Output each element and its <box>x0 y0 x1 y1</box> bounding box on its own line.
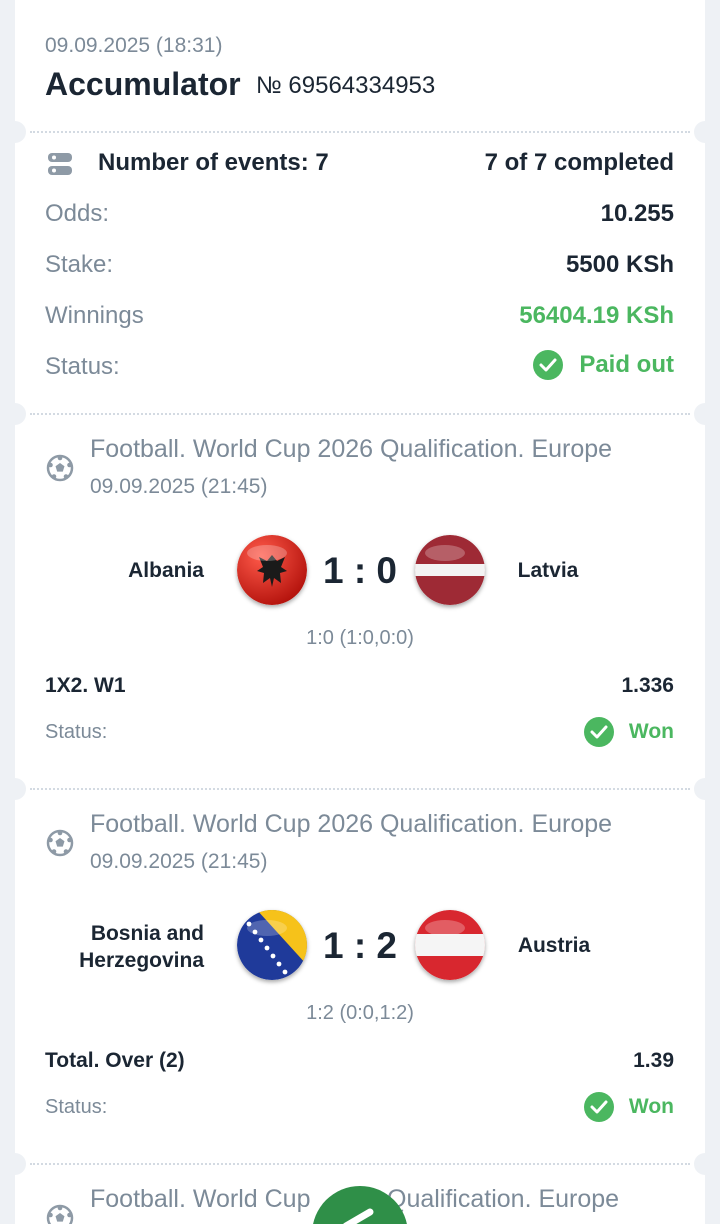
status-label: Status: <box>45 353 120 380</box>
odds-value: 10.255 <box>600 200 674 227</box>
event-league: Football. World Cup <box>90 1185 311 1213</box>
albania-flag-icon <box>237 535 307 605</box>
home-team: Albania <box>128 559 204 582</box>
home-team: Bosnia and Herzegovina <box>40 920 204 974</box>
away-team: Austria <box>517 934 591 957</box>
event-league: Football. World Cup 2026 Qualification. … <box>90 810 613 838</box>
ticket-notch-left <box>4 403 26 425</box>
winnings-label: Winnings <box>45 302 144 329</box>
event-status-label: Status: <box>45 721 108 743</box>
match-score: 1 : 2 <box>322 925 398 966</box>
score-detail: 1:2 (0:0,1:2) <box>306 1002 414 1024</box>
bet-type-title: Accumulator <box>45 66 241 102</box>
football-icon <box>46 829 74 862</box>
bet-market: 1X2. W1 <box>45 674 126 697</box>
share-fab-button[interactable] <box>312 1186 408 1224</box>
bet-odd: 1.39 <box>633 1049 674 1072</box>
score-detail: 1:0 (1:0,0:0) <box>306 627 414 649</box>
divider <box>30 1163 690 1165</box>
odds-label: Odds: <box>45 200 110 227</box>
football-icon <box>46 454 74 487</box>
bet-number: № 69564334953 <box>256 72 436 99</box>
away-team: Latvia <box>517 559 579 582</box>
bosnia-flag-icon <box>237 910 307 980</box>
ticket-notch-left <box>4 778 26 800</box>
share-icon <box>343 1208 374 1224</box>
event-status-value: Won <box>628 720 674 743</box>
ticket-notch-right <box>694 778 716 800</box>
ticket-notch-left <box>4 1153 26 1175</box>
divider <box>30 788 690 790</box>
event-date: 09.09.2025 (21:45) <box>90 475 268 498</box>
check-circle-icon <box>533 350 564 380</box>
stake-value: 5500 KSh <box>565 251 674 278</box>
ticket-notch-right <box>694 403 716 425</box>
events-list-icon <box>46 150 74 183</box>
football-icon <box>46 1204 74 1224</box>
winnings-value: 56404.19 KSh <box>519 302 674 329</box>
event-status-label: Status: <box>45 1096 108 1118</box>
event-status-badge: Won <box>583 1092 674 1122</box>
events-count: Number of events: 7 <box>98 149 329 176</box>
bet-ticket-card <box>15 0 705 1224</box>
home-team-line: Bosnia and <box>90 922 204 945</box>
status-badge: Paid out <box>533 350 674 380</box>
latvia-flag-icon <box>415 535 485 605</box>
ticket-notch-right <box>694 1153 716 1175</box>
divider <box>30 413 690 415</box>
bet-odd: 1.336 <box>621 674 674 697</box>
event-date: 09.09.2025 (21:45) <box>90 850 268 873</box>
ticket-notch-right <box>694 121 716 143</box>
status-value: Paid out <box>579 351 674 378</box>
austria-flag-icon <box>415 910 485 980</box>
ticket-notch-left <box>4 121 26 143</box>
check-circle-icon <box>583 1092 614 1122</box>
event-league-tail: Qualification. Europe <box>387 1185 620 1213</box>
home-team-line: Herzegovina <box>79 949 204 972</box>
stake-label: Stake: <box>45 251 114 278</box>
event-status-value: Won <box>628 1095 674 1118</box>
check-circle-icon <box>583 717 614 747</box>
match-score: 1 : 0 <box>322 550 398 591</box>
bet-date: 09.09.2025 (18:31) <box>45 34 223 57</box>
divider <box>30 131 690 133</box>
events-completed: 7 of 7 completed <box>484 149 674 176</box>
event-league: Football. World Cup 2026 Qualification. … <box>90 435 613 463</box>
bet-market: Total. Over (2) <box>45 1049 185 1072</box>
event-status-badge: Won <box>583 717 674 747</box>
